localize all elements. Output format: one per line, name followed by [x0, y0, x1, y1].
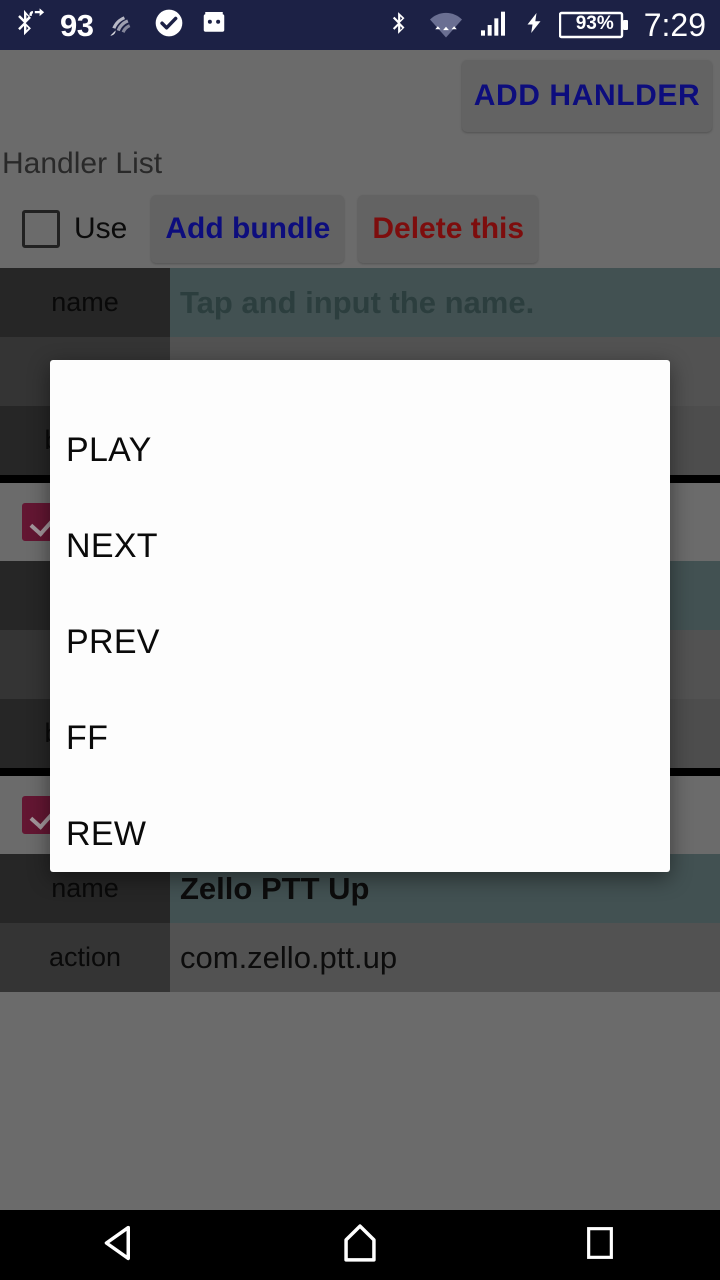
back-triangle-icon: [98, 1221, 142, 1270]
dialog-option-prev[interactable]: PREV: [50, 594, 670, 690]
android-robot-icon: [199, 7, 229, 44]
status-bar-left-group: 93: [0, 7, 229, 44]
notification-count: 93: [60, 7, 94, 43]
dialog-option-rew[interactable]: REW: [50, 786, 670, 872]
satellite-icon: [107, 7, 139, 44]
recents-button[interactable]: [540, 1210, 660, 1280]
dialog-option-next[interactable]: NEXT: [50, 498, 670, 594]
battery-indicator: 93%: [558, 8, 631, 42]
status-bar-right-group: 93% 7:29: [389, 7, 706, 44]
dialog-option-ff[interactable]: FF: [50, 690, 670, 786]
status-bar-clock: 7:29: [643, 7, 706, 43]
dialog-option-label: REW: [66, 814, 147, 853]
home-button[interactable]: [300, 1210, 420, 1280]
dialog-option-play[interactable]: PLAY: [50, 402, 670, 498]
bluetooth-icon: [389, 7, 415, 44]
status-bar: 93 93% 7:29: [0, 0, 720, 50]
home-icon: [338, 1221, 382, 1270]
dialog-option-label: NEXT: [66, 526, 158, 565]
dialog-option-label: FF: [66, 718, 109, 757]
check-circle-icon: [153, 7, 185, 44]
battery-percent-label: 93%: [575, 13, 614, 34]
android-navigation-bar: [0, 1210, 720, 1280]
dialog-option-label: PREV: [66, 622, 160, 661]
cellular-signal-icon: [477, 7, 509, 44]
back-button[interactable]: [60, 1210, 180, 1280]
bluetooth-transfer-icon: [14, 7, 46, 44]
dialog-option-list: PLAY NEXT PREV FF REW: [50, 360, 670, 872]
charging-bolt-icon: [522, 7, 546, 44]
screen: 93 93% 7:29 ADD HANLDER Handler List Use…: [0, 0, 720, 1280]
recents-square-icon: [580, 1223, 620, 1268]
dialog-option-label: PLAY: [66, 430, 152, 469]
wifi-icon: [428, 7, 464, 44]
action-select-dialog: PLAY NEXT PREV FF REW: [50, 360, 670, 872]
